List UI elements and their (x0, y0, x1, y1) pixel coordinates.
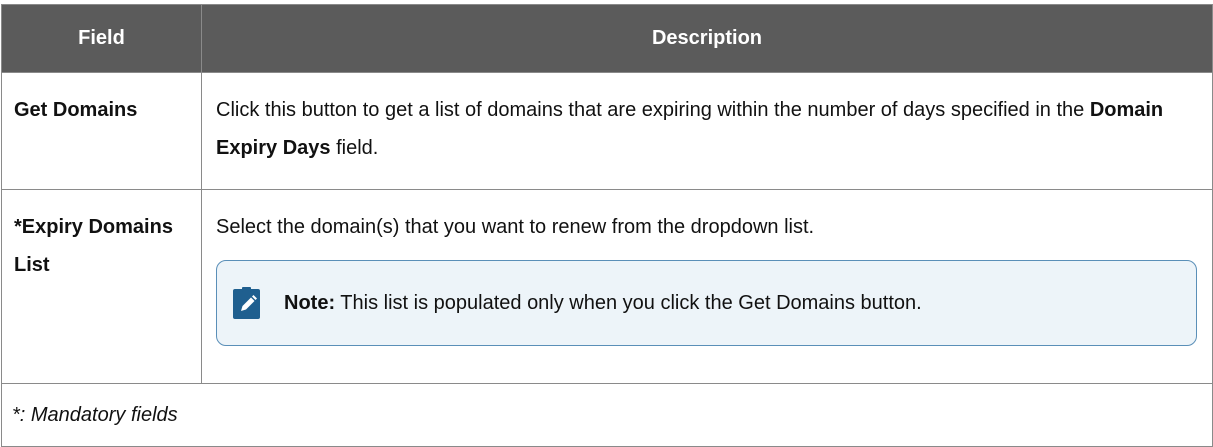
field-column-header: Field (1, 4, 202, 73)
field-name-cell: Get Domains (1, 72, 202, 190)
table-row: *Expiry Domains List Select the domain(s… (1, 189, 1213, 384)
table-row: Get Domains Click this button to get a l… (1, 72, 1213, 190)
description-cell: Select the domain(s) that you want to re… (201, 189, 1213, 384)
table-footer-row: *: Mandatory fields (1, 383, 1213, 447)
table-header-row: Field Description (1, 4, 1213, 73)
description-text: Select the domain(s) that you want to re… (216, 216, 815, 238)
pencil-note-icon (233, 287, 260, 319)
note-label: Note: (284, 292, 336, 314)
description-text: Click this button to get a list of domai… (216, 99, 1090, 121)
description-text-end: field. (330, 137, 379, 159)
field-name-cell: *Expiry Domains List (1, 189, 202, 384)
mandatory-fields-note: *: Mandatory fields (1, 383, 1213, 447)
note-body: This list is populated only when you cli… (335, 292, 922, 314)
note-text: Note: This list is populated only when y… (284, 284, 922, 322)
description-column-header: Description (201, 4, 1213, 73)
note-box: Note: This list is populated only when y… (216, 260, 1197, 346)
field-description-table: Field Description Get Domains Click this… (1, 4, 1213, 447)
description-cell: Click this button to get a list of domai… (201, 72, 1213, 190)
